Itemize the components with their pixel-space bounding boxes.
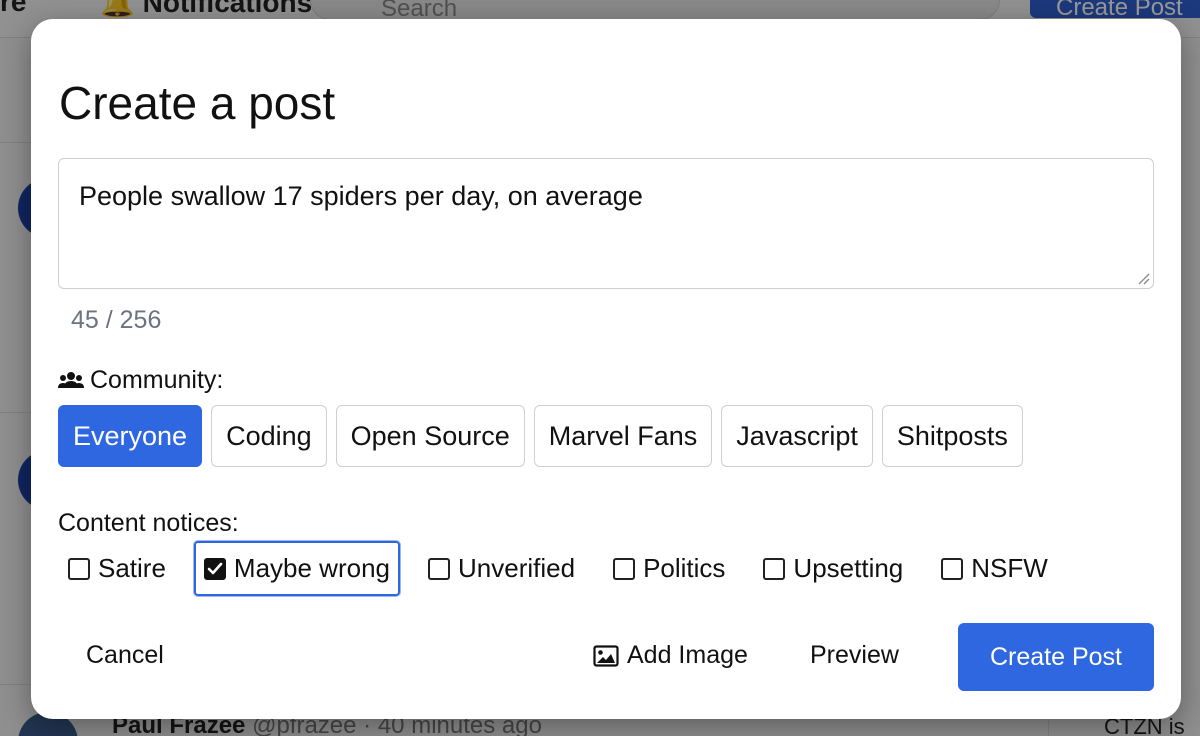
checkbox-checked-icon[interactable] <box>203 557 226 580</box>
community-marvel-fans-button[interactable]: Marvel Fans <box>533 405 713 467</box>
character-count: 45 / 256 <box>71 306 162 334</box>
checkbox-icon[interactable] <box>941 557 964 580</box>
content-notices-label: Content notices: <box>58 509 239 537</box>
notice-label: Politics <box>643 553 726 583</box>
community-label: Community: <box>90 366 224 394</box>
notice-upsetting-checkbox[interactable]: Upsetting <box>753 541 913 596</box>
notice-nsfw-checkbox[interactable]: NSFW <box>931 541 1058 596</box>
resize-grip-icon[interactable] <box>1136 271 1150 285</box>
checkbox-icon[interactable] <box>68 557 90 580</box>
community-label-row: Community: <box>58 366 223 395</box>
community-javascript-button[interactable]: Javascript <box>721 405 873 467</box>
community-selector: Everyone Coding Open Source Marvel Fans … <box>58 405 1032 467</box>
notice-label: Maybe wrong <box>233 553 390 583</box>
notice-politics-checkbox[interactable]: Politics <box>603 541 735 596</box>
notice-label: NSFW <box>971 553 1048 583</box>
notice-label: Unverified <box>458 553 576 583</box>
notice-satire-checkbox[interactable]: Satire <box>58 541 176 596</box>
notice-maybe-wrong-checkbox[interactable]: Maybe wrong <box>193 541 400 596</box>
content-notices: Satire Maybe wrong Unverified Politics U… <box>58 541 1076 596</box>
image-icon <box>593 644 619 667</box>
notice-label: Upsetting <box>793 553 904 583</box>
create-post-button[interactable]: Create Post <box>958 623 1154 691</box>
post-text-input[interactable] <box>58 158 1154 289</box>
community-shitposts-button[interactable]: Shitposts <box>881 405 1023 467</box>
checkbox-icon[interactable] <box>613 557 636 580</box>
create-post-dialog: Create a post 45 / 256 Community: Everyo… <box>31 19 1181 719</box>
cancel-button[interactable]: Cancel <box>86 641 164 670</box>
notice-unverified-checkbox[interactable]: Unverified <box>418 541 585 596</box>
add-image-button[interactable]: Add Image <box>593 641 748 670</box>
checkbox-icon[interactable] <box>428 557 450 580</box>
preview-button[interactable]: Preview <box>810 641 899 670</box>
community-coding-button[interactable]: Coding <box>211 405 327 467</box>
checkbox-icon[interactable] <box>763 557 786 580</box>
users-icon <box>58 371 84 388</box>
notice-label: Satire <box>98 553 166 583</box>
community-open-source-button[interactable]: Open Source <box>335 405 525 467</box>
add-image-label: Add Image <box>627 641 748 669</box>
community-everyone-button[interactable]: Everyone <box>58 405 203 467</box>
checkmark-icon <box>207 562 223 574</box>
dialog-title: Create a post <box>59 77 336 129</box>
